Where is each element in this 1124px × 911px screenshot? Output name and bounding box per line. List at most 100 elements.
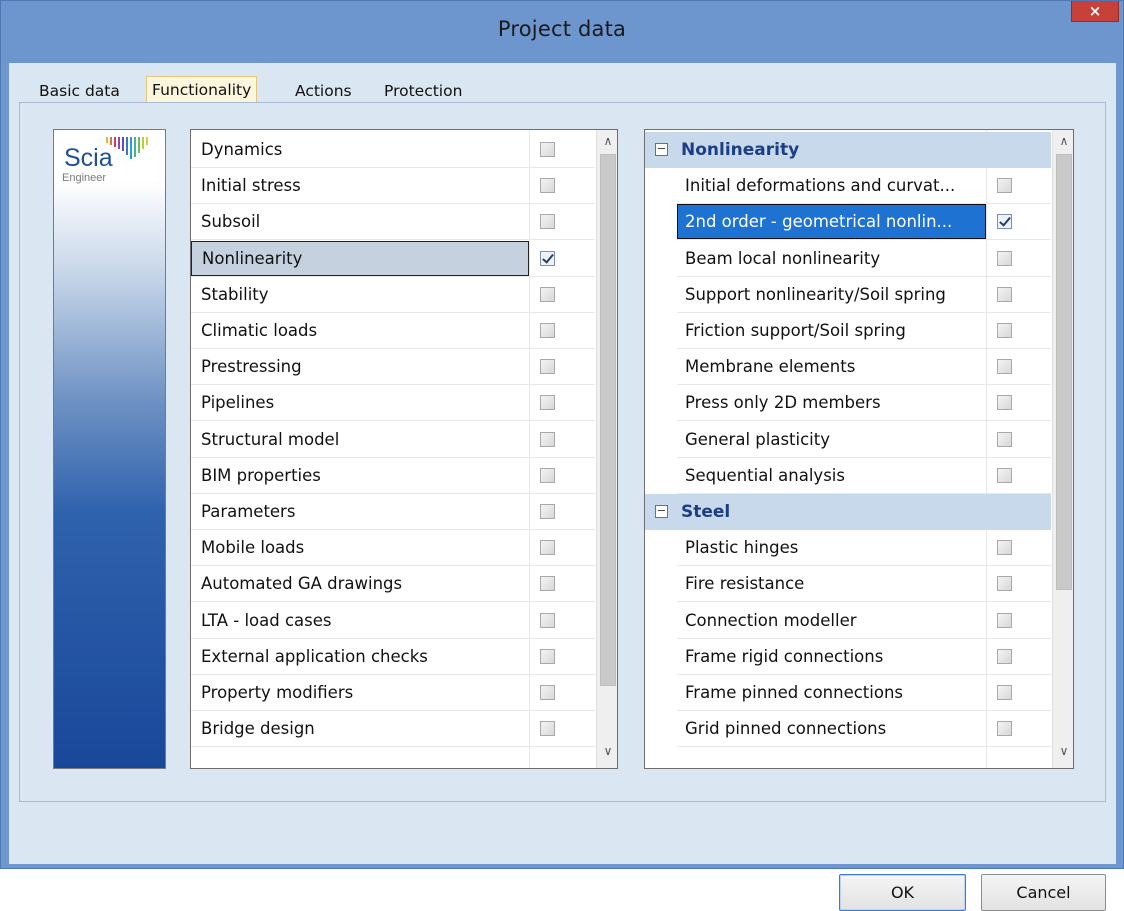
item-checkbox[interactable]	[540, 540, 555, 556]
list-item-label: Climatic loads	[201, 321, 318, 340]
group-title: Steel	[681, 502, 731, 522]
item-checkbox[interactable]	[540, 431, 555, 447]
list-item[interactable]: Membrane elements	[645, 349, 1051, 386]
item-checkbox[interactable]	[540, 395, 555, 411]
list-item[interactable]: Nonlinearity	[191, 240, 595, 277]
item-checkbox[interactable]	[997, 576, 1012, 592]
project-data-dialog: Project data × Basic data Functionality …	[0, 0, 1124, 911]
item-checkbox[interactable]	[997, 250, 1012, 266]
list-item[interactable]: General plasticity	[645, 422, 1051, 458]
list-item-label: Bridge design	[201, 719, 315, 739]
list-item-label: Fire resistance	[685, 574, 805, 594]
left-scrollbar[interactable]: ∧ ∨	[596, 130, 617, 768]
item-checkbox[interactable]	[540, 359, 555, 375]
list-item[interactable]: Frame pinned connections	[645, 675, 1051, 711]
right-scrollbar[interactable]: ∧ ∨	[1052, 130, 1073, 768]
list-item[interactable]: Bridge design	[191, 711, 595, 748]
list-item[interactable]: Friction support/Soil spring	[645, 313, 1051, 349]
scroll-up-icon[interactable]: ∧	[601, 134, 615, 148]
item-checkbox[interactable]	[540, 576, 555, 592]
item-checkbox[interactable]	[997, 431, 1012, 447]
item-checkbox[interactable]	[540, 286, 555, 302]
scroll-thumb[interactable]	[1056, 154, 1072, 590]
item-checkbox[interactable]	[997, 685, 1012, 700]
list-item[interactable]: Property modifiers	[191, 675, 595, 711]
list-item[interactable]: Grid pinned connections	[645, 711, 1051, 748]
list-item-label: Prestressing	[201, 357, 302, 377]
item-checkbox[interactable]	[540, 178, 555, 194]
list-item[interactable]: Climatic loads	[191, 313, 595, 349]
item-checkbox[interactable]	[540, 214, 555, 230]
item-checkbox[interactable]	[997, 359, 1012, 375]
item-checkbox[interactable]	[540, 323, 555, 338]
item-checkbox[interactable]	[540, 648, 555, 664]
item-checkbox[interactable]	[540, 612, 555, 628]
list-item[interactable]: Fire resistance	[645, 566, 1051, 603]
item-checkbox[interactable]	[997, 721, 1012, 737]
close-icon[interactable]: ×	[1071, 1, 1119, 22]
ok-button[interactable]: OK	[839, 874, 966, 911]
list-item[interactable]: 2nd order - geometrical nonlin...	[645, 204, 1051, 241]
list-item[interactable]: Initial stress	[191, 168, 595, 205]
list-item[interactable]: Pipelines	[191, 385, 595, 422]
list-item[interactable]: Frame rigid connections	[645, 639, 1051, 675]
list-item[interactable]: Structural model	[191, 422, 595, 458]
list-item[interactable]: Initial deformations and curvat...	[645, 168, 1051, 205]
list-item[interactable]: Support nonlinearity/Soil spring	[645, 277, 1051, 313]
tab-basic-data[interactable]: Basic data	[39, 78, 120, 104]
functionality-list: ∧ ∨ Dynamics Initial stress Subsoil Nonline…	[190, 129, 618, 769]
item-checkbox[interactable]	[997, 323, 1012, 338]
item-checkbox[interactable]	[540, 504, 555, 519]
scroll-down-icon[interactable]: ∨	[601, 744, 615, 758]
list-item[interactable]: Automated GA drawings	[191, 566, 595, 603]
dialog-body: Basic data Functionality Actions Protect…	[9, 63, 1116, 911]
item-checkbox[interactable]	[997, 467, 1012, 483]
list-item[interactable]: LTA - load cases	[191, 603, 595, 639]
list-item[interactable]: External application checks	[191, 639, 595, 675]
list-item-label: Frame rigid connections	[685, 646, 884, 666]
item-checkbox[interactable]	[997, 178, 1012, 194]
item-checkbox[interactable]	[997, 612, 1012, 628]
item-checkbox[interactable]	[540, 721, 555, 737]
item-checkbox[interactable]	[997, 214, 1012, 230]
list-item-label: BIM properties	[201, 465, 321, 485]
list-item[interactable]: Parameters	[191, 494, 595, 530]
list-item[interactable]: Press only 2D members	[645, 385, 1051, 422]
list-item[interactable]: Prestressing	[191, 349, 595, 386]
item-checkbox[interactable]	[540, 250, 555, 266]
list-item-label: Nonlinearity	[191, 240, 529, 276]
list-item-label: Press only 2D members	[685, 393, 881, 413]
list-item[interactable]: Sequential analysis	[645, 458, 1051, 494]
tab-actions[interactable]: Actions	[295, 78, 352, 104]
list-item[interactable]: Subsoil	[191, 204, 595, 241]
cancel-button[interactable]: Cancel	[981, 874, 1106, 911]
list-item[interactable]: Mobile loads	[191, 530, 595, 567]
item-checkbox[interactable]	[997, 286, 1012, 302]
list-item[interactable]: Connection modeller	[645, 603, 1051, 639]
scroll-up-icon[interactable]: ∧	[1057, 134, 1071, 148]
scroll-thumb[interactable]	[600, 154, 616, 686]
collapse-icon[interactable]: −	[655, 505, 668, 518]
group-header-steel[interactable]: − Steel	[645, 494, 1051, 530]
title-bar[interactable]: Project data ×	[1, 1, 1123, 63]
item-checkbox[interactable]	[997, 395, 1012, 411]
list-item-label: Mobile loads	[201, 538, 305, 558]
list-item[interactable]: Dynamics	[191, 132, 595, 168]
list-item-label: Property modifiers	[201, 683, 354, 702]
list-item-label: Grid pinned connections	[685, 719, 887, 739]
list-item[interactable]: BIM properties	[191, 458, 595, 494]
item-checkbox[interactable]	[997, 540, 1012, 556]
tab-functionality[interactable]: Functionality	[146, 76, 258, 104]
list-item[interactable]: Stability	[191, 277, 595, 313]
item-checkbox[interactable]	[540, 685, 555, 700]
list-item[interactable]: Plastic hinges	[645, 530, 1051, 567]
scroll-down-icon[interactable]: ∨	[1057, 744, 1071, 758]
item-checkbox[interactable]	[540, 142, 555, 157]
group-header-nonlinearity[interactable]: − Nonlinearity	[645, 132, 1051, 168]
collapse-icon[interactable]: −	[655, 143, 668, 156]
item-checkbox[interactable]	[540, 467, 555, 483]
tab-protection[interactable]: Protection	[384, 78, 462, 104]
item-checkbox[interactable]	[997, 648, 1012, 664]
list-item[interactable]: Beam local nonlinearity	[645, 241, 1051, 277]
scia-engineer-logo: Scia Engineer	[53, 129, 166, 769]
